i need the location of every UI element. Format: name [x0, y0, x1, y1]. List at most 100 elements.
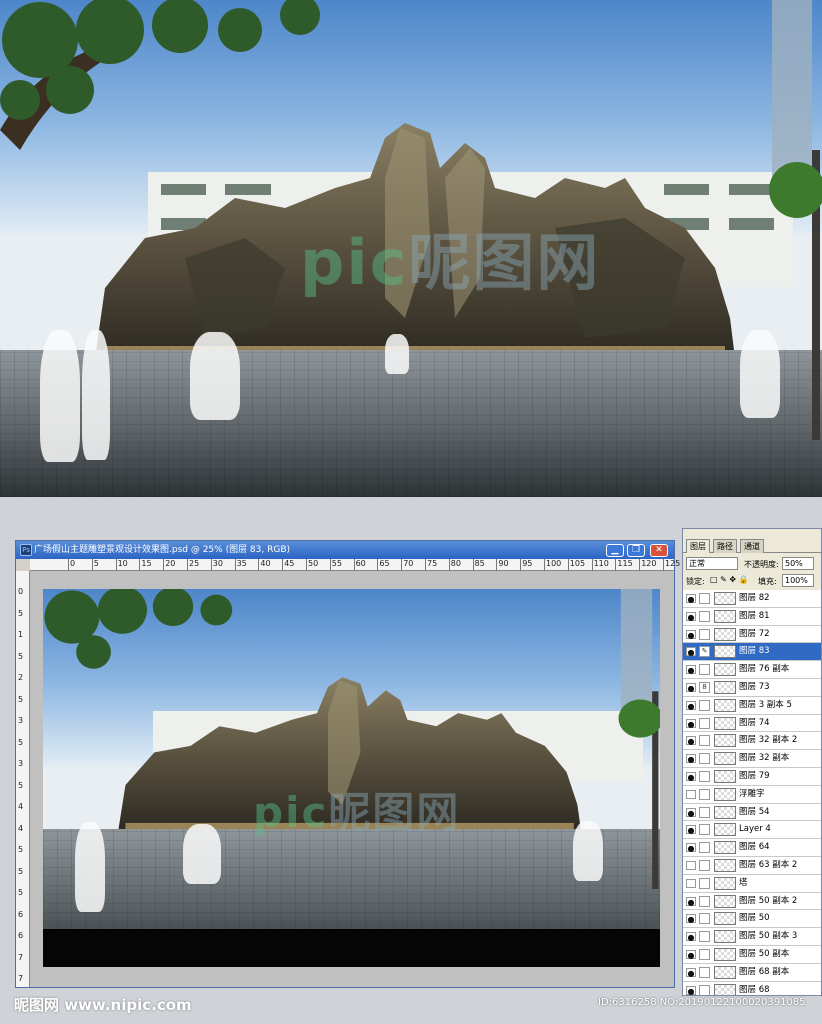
layer-link-icon[interactable] [699, 877, 710, 889]
ruler-tick-label: 95 [520, 559, 533, 571]
layer-row[interactable]: 塔 [683, 875, 821, 893]
horizontal-ruler[interactable]: 0 5 10 15 20 25 30 35 40 45 50 55 60 65 70 75 80 85 90 95 10… [30, 559, 699, 571]
eye-icon[interactable]: ● [686, 932, 696, 942]
eye-icon[interactable] [686, 789, 696, 799]
eye-icon[interactable]: ● [686, 736, 696, 746]
layer-row[interactable]: ● 图层 50 副本 [683, 946, 821, 964]
layer-name: 图层 50 副本 2 [739, 895, 798, 906]
layer-row[interactable]: ● 图层 76 副本 [683, 661, 821, 679]
eye-icon[interactable] [686, 878, 696, 888]
layer-row[interactable]: ● 图层 82 [683, 590, 821, 608]
minimize-button[interactable]: ▁ [606, 544, 624, 557]
eye-icon[interactable]: ● [686, 700, 696, 711]
layer-link-icon[interactable] [699, 931, 710, 943]
tab-paths[interactable]: 路径 [713, 539, 737, 553]
restore-button[interactable]: ❐ [627, 544, 645, 557]
eye-icon[interactable]: ● [686, 949, 696, 960]
layer-link-icon[interactable] [699, 948, 710, 960]
layer-row[interactable]: ● ✎ 图层 83 [683, 643, 821, 662]
eye-icon[interactable]: ● [686, 718, 696, 729]
eye-icon[interactable]: ● [686, 629, 696, 640]
layer-link-icon[interactable] [699, 788, 710, 800]
layer-link-icon[interactable] [699, 753, 710, 765]
tab-layers[interactable]: 图层 [686, 539, 710, 553]
layer-link-icon[interactable] [699, 770, 710, 782]
layer-row[interactable]: ● 图层 32 副本 2 [683, 732, 821, 751]
layer-row[interactable]: ● 图层 50 [683, 910, 821, 929]
layer-row[interactable]: ● 图层 74 [683, 715, 821, 733]
layer-link-icon[interactable] [699, 628, 710, 640]
layer-row[interactable]: 浮雕字 [683, 786, 821, 804]
layer-row[interactable]: ● 图层 81 [683, 608, 821, 626]
tab-channels[interactable]: 通道 [740, 539, 764, 553]
eye-icon[interactable]: ● [686, 967, 696, 978]
lock-icons[interactable]: □ ✎ ✥ 🔒 [710, 575, 749, 584]
layer-row[interactable]: ● 8 图层 73 [683, 679, 821, 697]
eye-icon[interactable]: ● [686, 647, 696, 657]
layer-link-icon[interactable] [699, 913, 710, 925]
layer-link-icon[interactable] [699, 664, 710, 676]
ruler-tick-label: 5 [18, 866, 24, 876]
layer-link-icon[interactable] [699, 717, 710, 729]
eye-icon[interactable]: ● [686, 665, 696, 675]
layer-link-icon[interactable] [699, 984, 710, 995]
layer-row[interactable]: ● 图层 54 [683, 804, 821, 822]
eye-icon[interactable]: ● [686, 807, 696, 818]
eye-icon[interactable]: ● [686, 896, 696, 907]
layer-row[interactable]: ● Layer 4 [683, 821, 821, 840]
layer-row[interactable]: ● 图层 32 副本 [683, 750, 821, 768]
layers-panel[interactable]: 图层 路径 通道 正常 不透明度: 50% 锁定: □ ✎ ✥ 🔒 填充: 10… [682, 528, 822, 996]
eye-icon[interactable]: ● [686, 843, 696, 853]
layer-link-icon[interactable] [699, 859, 710, 871]
close-button[interactable]: ✕ [650, 544, 668, 557]
layer-name: 图层 72 [739, 628, 770, 639]
layer-row[interactable]: ● 图层 68 [683, 982, 821, 995]
layer-row[interactable]: ● 图层 72 [683, 626, 821, 644]
fill-input[interactable]: 100% [782, 574, 814, 587]
layer-row[interactable]: ● 图层 68 副本 [683, 964, 821, 982]
layer-name: 图层 54 [739, 806, 770, 817]
layer-link-icon[interactable]: ✎ [699, 646, 710, 658]
layer-link-icon[interactable] [699, 593, 710, 604]
layer-list[interactable]: ● 图层 82 ● 图层 81 ● 图层 72 ● ✎ 图层 83 ● 图层 76 副本 ● 8 图层 7… [683, 590, 821, 995]
layer-row[interactable]: 图层 63 副本 2 [683, 857, 821, 875]
layer-row[interactable]: ● 图层 50 副本 3 [683, 928, 821, 946]
layer-link-icon[interactable] [699, 735, 710, 747]
canvas-area[interactable]: pic昵图网 [30, 571, 674, 987]
layer-row[interactable]: ● 图层 50 副本 2 [683, 893, 821, 911]
layer-row[interactable]: ● 图层 64 [683, 839, 821, 857]
eye-icon[interactable]: ● [686, 825, 696, 835]
layer-link-icon[interactable] [699, 806, 710, 818]
layer-row[interactable]: ● 图层 3 副本 5 [683, 697, 821, 715]
layer-link-icon[interactable]: 8 [699, 681, 710, 693]
eye-icon[interactable]: ● [686, 594, 696, 604]
layer-thumbnail [714, 787, 736, 801]
eye-icon[interactable]: ● [686, 754, 696, 764]
eye-icon[interactable] [686, 860, 696, 870]
layer-link-icon[interactable] [699, 610, 710, 622]
ruler-tick-label: 50 [305, 559, 319, 571]
eye-icon[interactable]: ● [686, 771, 696, 782]
layer-link-icon[interactable] [699, 699, 710, 711]
eye-icon[interactable]: ● [686, 611, 696, 622]
ruler-tick-label: 0 [18, 587, 24, 596]
ruler-tick-label: 5 [18, 780, 24, 790]
layer-name: 图层 50 副本 [739, 948, 790, 959]
eye-icon[interactable]: ● [686, 985, 696, 995]
opacity-input[interactable]: 50% [782, 557, 814, 570]
eye-icon[interactable]: ● [686, 914, 696, 924]
document-titlebar[interactable]: Ps 广场假山主题雕塑景观设计效果图.psd @ 25% (图层 83, RGB… [16, 541, 674, 559]
blend-mode-select[interactable]: 正常 [686, 557, 738, 570]
layer-name: 图层 64 [739, 842, 770, 853]
layer-link-icon[interactable] [699, 824, 710, 836]
layer-link-icon[interactable] [699, 966, 710, 978]
eye-icon[interactable]: ● [686, 682, 696, 693]
vertical-ruler[interactable]: 0 5 1 5 2 5 3 5 3 5 4 4 5 5 5 6 6 7 7 [16, 571, 30, 987]
layer-row[interactable]: ● 图层 79 [683, 768, 821, 786]
layer-link-icon[interactable] [699, 895, 710, 907]
ruler-tick-label: 7 [18, 974, 24, 983]
layer-name: 图层 81 [739, 610, 770, 621]
layer-link-icon[interactable] [699, 842, 710, 854]
document-canvas-image[interactable]: pic昵图网 [43, 589, 660, 967]
photoshop-document-window[interactable]: Ps 广场假山主题雕塑景观设计效果图.psd @ 25% (图层 83, RGB… [15, 540, 699, 988]
